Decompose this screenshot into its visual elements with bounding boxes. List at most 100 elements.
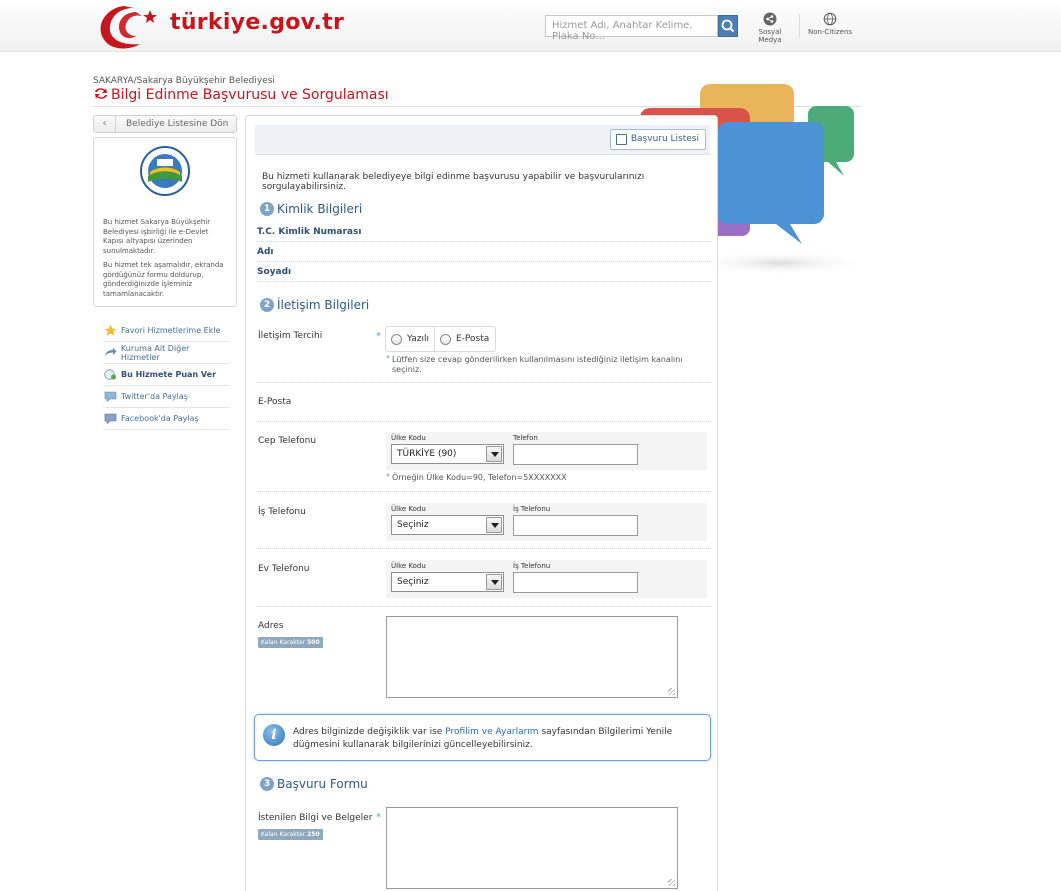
add-to-favorites-link[interactable]: Favori Hizmetlerime Ekle <box>103 320 230 342</box>
requested-info-textarea[interactable] <box>386 807 678 889</box>
mobile-phone-label: Cep Telefonu <box>258 436 317 446</box>
mobile-number-label: Telefon <box>513 434 538 442</box>
service-steps-description: Bu hizmet tek aşamalıdır, ekranda gördüğ… <box>103 261 224 298</box>
list-icon <box>615 134 627 145</box>
identity-tc-row: T.C. Kimlik Numarası <box>257 222 712 242</box>
breadcrumb[interactable]: SAKARYA/Sakarya Büyükşehir Belediyesi <box>93 76 275 86</box>
service-provider-description: Bu hizmet Sakarya Büyükşehir Belediyesi … <box>103 218 211 255</box>
search-input[interactable]: Hizmet Adı, Anahtar Kelime, Plaka No... <box>545 15 718 42</box>
non-citizens-link[interactable]: Non-Citizens <box>806 12 854 36</box>
identity-name-row: Adı <box>257 242 712 262</box>
contact-written-option[interactable]: Yazılı <box>386 326 434 352</box>
site-logo-text[interactable]: türkiye.gov.tr <box>170 10 344 35</box>
section-identity-title: 1 Kimlik Bilgileri <box>260 202 362 216</box>
mobile-country-select[interactable]: TÜRKİYE (90) <box>391 444 504 464</box>
profile-settings-link[interactable]: Profilim ve Ayarlarım <box>445 727 538 737</box>
work-country-select[interactable]: Seçiniz <box>391 515 504 535</box>
address-label: Adres <box>258 621 284 631</box>
home-number-input[interactable] <box>513 572 638 593</box>
contact-preference-label: İletişim Tercihi <box>258 331 323 341</box>
home-number-label: İş Telefonu <box>513 562 551 570</box>
contact-preference-hint: Lütfen size cevap gönderilirken kullanıl… <box>392 355 683 374</box>
share-twitter-link[interactable]: Twitter'da Paylaş <box>103 386 230 408</box>
request-char-counter: Kalan Karakter 250 <box>258 829 323 840</box>
section-identity-label: Kimlik Bilgileri <box>277 202 363 216</box>
resize-grip-icon[interactable] <box>668 688 675 695</box>
rate-service-label: Bu Hizmete Puan Ver <box>121 370 217 379</box>
rate-service-link[interactable]: Bu Hizmete Puan Ver <box>103 364 230 386</box>
row-divider <box>256 548 711 549</box>
chevron-down-icon <box>486 517 502 533</box>
share-icon <box>763 12 777 26</box>
site-header: türkiye.gov.tr Hizmet Adı, Anahtar Kelim… <box>0 0 1061 52</box>
globe-icon <box>823 12 837 26</box>
non-citizens-label: Non-Citizens <box>807 28 853 36</box>
social-media-link[interactable]: Sosyal Medya <box>747 12 793 44</box>
search-icon <box>721 19 735 33</box>
info-text-before: Adres bilginizde değişiklik var ise <box>293 727 446 737</box>
row-divider <box>256 606 711 607</box>
home-country-select[interactable]: Seçiniz <box>391 572 504 592</box>
section-contact-title: 2 İletişim Bilgileri <box>260 298 369 312</box>
request-counter-label: Kalan Karakter <box>261 831 306 838</box>
mobile-country-code-label: Ülke Kodu <box>391 434 426 442</box>
section-number-badge: 3 <box>260 777 274 791</box>
work-country-code-label: Ülke Kodu <box>391 505 426 513</box>
home-country-value: Seçiniz <box>397 577 429 587</box>
contact-email-label: E-Posta <box>456 334 490 344</box>
section-number-badge: 2 <box>260 298 274 312</box>
contact-preference-radio-group: Yazılı E-Posta <box>385 326 496 352</box>
resize-grip-icon[interactable] <box>668 879 675 886</box>
back-button-label: Belediye Listesine Dön <box>126 119 229 129</box>
requested-info-label: İstenilen Bilgi ve Belgeler <box>258 813 373 823</box>
service-intro-text: Bu hizmeti kullanarak belediyeye bilgi e… <box>262 172 645 192</box>
work-number-label: İş Telefonu <box>513 505 551 513</box>
twitter-icon <box>104 391 117 402</box>
info-icon: i <box>263 724 285 746</box>
contact-email-radio[interactable] <box>440 333 451 345</box>
identity-surname-row: Soyadı <box>257 262 712 282</box>
share-arrow-icon <box>104 347 117 356</box>
row-divider <box>256 421 711 422</box>
contact-written-label: Yazılı <box>407 334 429 344</box>
home-country-code-label: Ülke Kodu <box>391 562 426 570</box>
chevron-down-icon <box>486 574 502 590</box>
mobile-country-value: TÜRKİYE (90) <box>397 449 457 459</box>
contact-email-option[interactable]: E-Posta <box>434 326 494 352</box>
turkiye-gov-logo-icon[interactable] <box>94 0 168 52</box>
work-phone-group: Ülke Kodu İş Telefonu Seçiniz <box>386 503 707 541</box>
share-facebook-link[interactable]: Facebook'da Paylaş <box>103 408 230 430</box>
chevron-down-icon <box>486 446 502 462</box>
mobile-hint: Örneğin Ülke Kodu=90, Telefon=5XXXXXXX <box>392 473 567 482</box>
share-twitter-label: Twitter'da Paylaş <box>121 392 188 401</box>
contact-written-radio[interactable] <box>391 333 402 345</box>
hint-asterisk: * <box>386 354 390 363</box>
work-number-input[interactable] <box>513 515 638 536</box>
required-asterisk: * <box>376 812 381 823</box>
application-list-button[interactable]: Başvuru Listesi <box>609 129 706 150</box>
sidebar-links: Favori Hizmetlerime Ekle Kuruma Ait Diğe… <box>103 320 230 430</box>
back-to-municipality-list-button[interactable]: ‹ Belediye Listesine Dön <box>93 115 237 133</box>
other-services-link[interactable]: Kuruma Ait Diğer Hizmetler <box>103 342 230 364</box>
address-update-text: Adres bilginizde değişiklik var ise Prof… <box>293 726 703 752</box>
address-char-counter: Kalan Karakter 500 <box>258 637 323 648</box>
header-divider <box>799 14 800 38</box>
application-list-label: Başvuru Listesi <box>630 134 699 144</box>
star-icon <box>104 325 117 336</box>
chevron-left-icon: ‹ <box>94 116 116 132</box>
home-phone-label: Ev Telefonu <box>258 564 310 574</box>
address-update-info: i Adres bilginizde değişiklik var ise Pr… <box>254 714 711 761</box>
sakarya-municipality-logo-icon <box>140 146 190 196</box>
mobile-phone-group: Ülke Kodu Telefon TÜRKİYE (90) <box>386 432 707 470</box>
mobile-number-input[interactable] <box>513 444 638 465</box>
municipality-info-card: Bu hizmet Sakarya Büyükşehir Belediyesi … <box>93 137 237 307</box>
address-textarea[interactable] <box>386 616 678 698</box>
section-number-badge: 1 <box>260 202 274 216</box>
section-contact-label: İletişim Bilgileri <box>277 298 370 312</box>
address-counter-value: 500 <box>307 639 320 646</box>
search-button[interactable] <box>718 15 738 37</box>
required-asterisk: * <box>376 331 381 342</box>
work-country-value: Seçiniz <box>397 520 429 530</box>
section-application-title: 3 Başvuru Formu <box>260 777 368 791</box>
page-title: Bilgi Edinme Başvurusu ve Sorgulaması <box>93 87 389 103</box>
